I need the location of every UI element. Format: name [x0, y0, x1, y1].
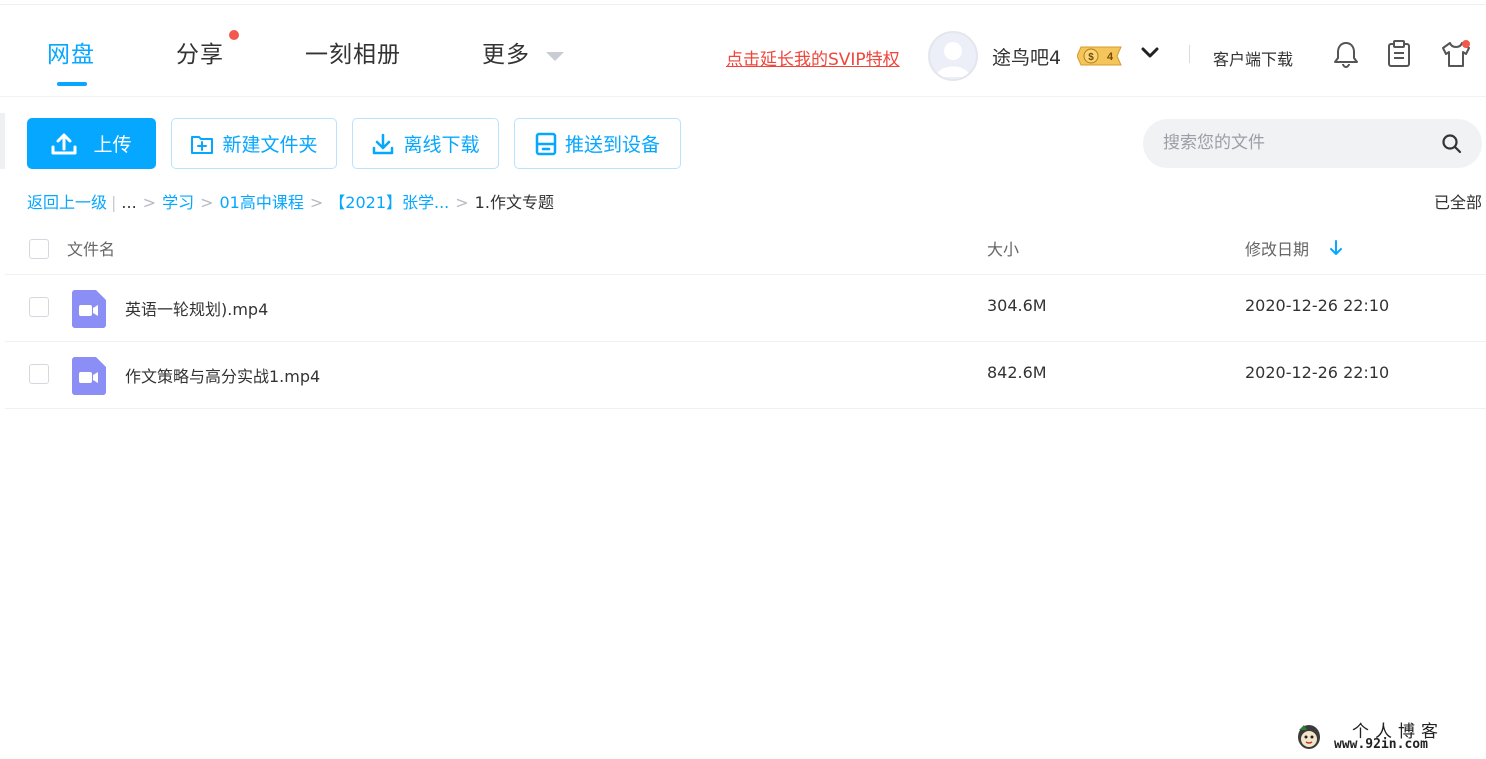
breadcrumb-divider: |	[111, 193, 117, 212]
sort-descending-icon[interactable]	[1330, 240, 1342, 256]
search-box	[1143, 119, 1482, 168]
offline-download-button[interactable]: 离线下载	[352, 118, 499, 169]
watermark-logo-icon	[1298, 725, 1320, 749]
breadcrumb-item[interactable]: 01高中课程	[220, 189, 304, 213]
push-to-device-button[interactable]: 推送到设备	[514, 118, 681, 169]
avatar-placeholder-icon	[936, 42, 970, 77]
column-header-date[interactable]: 修改日期	[1245, 236, 1309, 260]
new-folder-label: 新建文件夹	[222, 134, 318, 156]
breadcrumb-item[interactable]: 【2021】张学...	[329, 189, 449, 213]
breadcrumb-separator: >	[309, 193, 324, 212]
chevron-down-icon[interactable]	[1140, 45, 1160, 61]
more-caret-icon[interactable]	[546, 52, 564, 61]
video-file-icon	[72, 290, 106, 328]
video-file-icon	[72, 357, 106, 395]
upload-button[interactable]: 上传	[27, 118, 156, 169]
top-navigation: 网盘 分享 一刻相册 更多 点击延长我的SVIP特权 途鸟吧4 $ 4 客户端下…	[0, 4, 1486, 97]
breadcrumb-back-link[interactable]: 返回上一级	[27, 189, 107, 213]
file-modified-date: 2020-12-26 22:10	[1245, 363, 1390, 382]
svg-text:$: $	[1088, 52, 1094, 63]
row-checkbox[interactable]	[29, 364, 49, 384]
breadcrumb-current: 1.作文专题	[474, 193, 554, 212]
active-tab-underline	[57, 82, 87, 86]
file-size: 304.6M	[987, 296, 1047, 315]
tab-yike-album[interactable]: 一刻相册	[305, 35, 401, 69]
column-header-name[interactable]: 文件名	[67, 236, 115, 260]
svip-renew-link[interactable]: 点击延长我的SVIP特权	[726, 45, 900, 70]
breadcrumb-item[interactable]: 学习	[162, 189, 194, 213]
file-modified-date: 2020-12-26 22:10	[1245, 296, 1390, 315]
upload-icon	[51, 133, 77, 154]
avatar[interactable]	[928, 31, 978, 81]
file-name[interactable]: 英语一轮规划).mp4	[125, 296, 268, 320]
username[interactable]: 途鸟吧4	[992, 43, 1061, 70]
file-name[interactable]: 作文策略与高分实战1.mp4	[125, 363, 320, 387]
watermark-url: www.92in.com	[1334, 737, 1428, 752]
breadcrumb-separator: >	[200, 193, 214, 212]
breadcrumb: 返回上一级 |... > 学习 >01高中课程 > 【2021】张学... >1.作文专题	[27, 189, 554, 213]
table-header: 文件名 大小 修改日期	[5, 226, 1486, 275]
device-icon	[535, 132, 557, 155]
search-icon[interactable]	[1440, 132, 1464, 156]
breadcrumb-separator: >	[455, 193, 469, 212]
bell-icon[interactable]	[1333, 40, 1359, 68]
offline-download-label: 离线下载	[403, 134, 480, 156]
tab-netdisk[interactable]: 网盘	[47, 35, 95, 69]
table-row[interactable]: 作文策略与高分实战1.mp4 842.6M 2020-12-26 22:10	[5, 342, 1486, 409]
client-download-link[interactable]: 客户端下载	[1213, 46, 1293, 70]
column-header-size[interactable]: 大小	[987, 236, 1019, 260]
tab-share[interactable]: 分享	[176, 35, 224, 69]
divider	[1189, 45, 1190, 63]
breadcrumb-ellipsis[interactable]: ...	[121, 193, 136, 212]
clipboard-icon[interactable]	[1386, 40, 1412, 68]
select-all-checkbox[interactable]	[29, 239, 49, 259]
svg-text:4: 4	[1107, 51, 1114, 63]
sidebar-edge	[0, 113, 5, 169]
vip-level-badge-icon: $ 4	[1077, 46, 1122, 66]
file-size: 842.6M	[987, 363, 1047, 382]
new-folder-button[interactable]: 新建文件夹	[171, 118, 337, 169]
load-status: 已全部	[1434, 193, 1483, 212]
share-notification-dot	[229, 30, 239, 40]
row-checkbox[interactable]	[29, 297, 49, 317]
tab-more[interactable]: 更多	[482, 35, 530, 69]
breadcrumb-separator: >	[142, 193, 157, 212]
shirt-icon[interactable]	[1440, 40, 1472, 68]
push-to-device-label: 推送到设备	[564, 134, 660, 156]
search-input[interactable]	[1163, 131, 1433, 155]
table-row[interactable]: 英语一轮规划).mp4 304.6M 2020-12-26 22:10	[5, 275, 1486, 342]
upload-label: 上传	[93, 134, 132, 156]
new-folder-icon	[191, 135, 214, 154]
download-icon	[373, 133, 394, 154]
